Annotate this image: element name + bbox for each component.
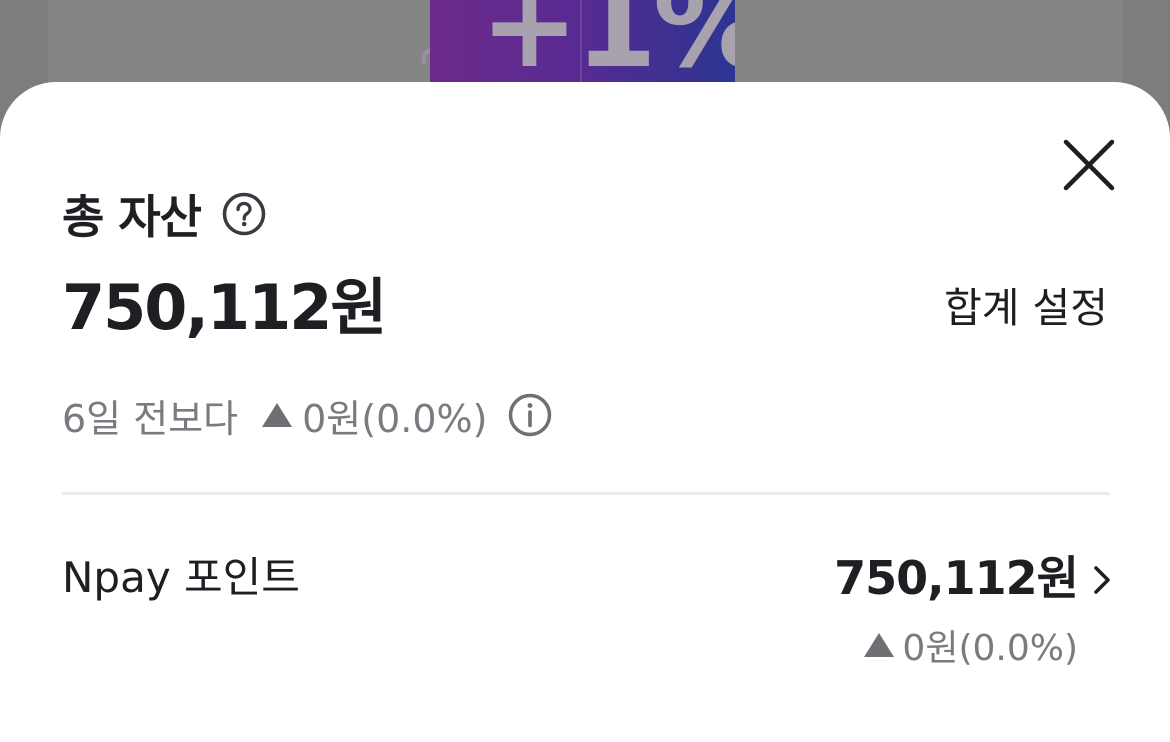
total-assets-sheet: 총 자산 750,112원 합계 설정 6일 전보다 0원(0.0%) Npay… (0, 82, 1170, 742)
asset-amount: 750,112원 (834, 551, 1079, 605)
info-circle-icon[interactable] (507, 392, 553, 438)
sheet-title: 총 자산 (62, 190, 202, 244)
total-change-row: 6일 전보다 0원(0.0%) (62, 387, 553, 443)
asset-label: Npay 포인트 (62, 553, 300, 602)
total-assets-amount: 750,112원 (62, 271, 387, 344)
asset-row-npay-point[interactable]: Npay 포인트 750,112원 0원(0.0%) (0, 522, 1170, 672)
chevron-right-icon (1094, 566, 1110, 594)
asset-change-value: 0원(0.0%) (902, 628, 1078, 669)
section-divider (62, 492, 1110, 495)
triangle-up-icon (262, 403, 293, 427)
question-circle-icon[interactable] (221, 191, 267, 237)
change-value: 0원(0.0%) (302, 396, 488, 441)
close-icon (1063, 139, 1115, 191)
title-row: 총 자산 (62, 184, 267, 244)
change-period-label: 6일 전보다 (62, 396, 239, 441)
triangle-up-icon (864, 633, 895, 657)
sum-settings-button[interactable]: 합계 설정 (944, 282, 1108, 334)
promo-banner-text: +1% (480, 0, 735, 94)
close-button[interactable] (1058, 134, 1120, 196)
asset-change: 0원(0.0%) (864, 620, 1078, 670)
